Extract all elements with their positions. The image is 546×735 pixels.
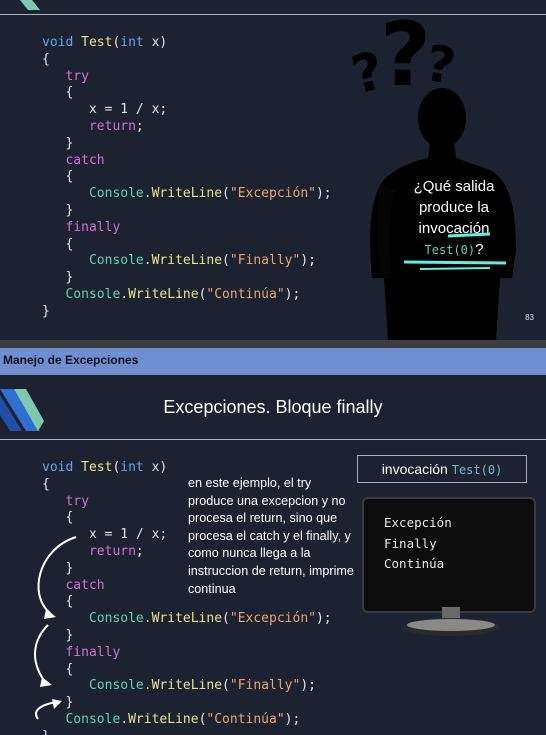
title-divider	[0, 439, 546, 440]
code-line: }	[42, 270, 74, 286]
code-block: void Test(int x){ try { x = 1 / x; retur…	[42, 35, 332, 321]
console-output-line: Continúa	[384, 556, 445, 571]
invocation-code: Test(0)	[451, 463, 503, 477]
slide-2: Excepciones. Bloque finally void Test(in…	[0, 375, 546, 735]
page-number: 83	[525, 313, 534, 322]
console-output-line: Finally	[384, 535, 437, 551]
code-line: }	[42, 135, 74, 151]
monitor-stand	[403, 607, 499, 636]
console-output: Excepción Finally Continúa	[384, 513, 452, 575]
code-line: {	[42, 85, 74, 101]
code-line: try	[42, 68, 89, 84]
svg-text:?: ?	[380, 10, 431, 106]
thinking-person-silhouette: ? ? ?	[346, 10, 516, 340]
monitor-icon: Excepción Finally Continúa	[362, 497, 536, 613]
code-line: Console.WriteLine("Finally");	[88, 253, 316, 269]
code-line: catch	[42, 152, 105, 168]
code-line: finally	[42, 219, 121, 235]
invocation-box: invocación Test(0)	[357, 455, 527, 483]
code-line: }	[42, 303, 50, 319]
code-line: return;	[42, 118, 144, 134]
slide-1: void Test(int x){ try { x = 1 / x; retur…	[0, 0, 546, 340]
code-line: {	[42, 169, 74, 185]
section-header-bar: Manejo de Excepciones	[0, 348, 546, 375]
code-line: {	[42, 51, 50, 67]
invocation-label: invocación	[381, 461, 448, 477]
highlight-strokes	[403, 232, 507, 270]
slide-title: Excepciones. Bloque finally	[163, 397, 383, 417]
corner-ribbon-logo	[20, 0, 40, 10]
code-line: }	[42, 202, 74, 218]
console-output-line: Excepción	[384, 515, 452, 530]
code-line: Console.WriteLine("Continúa");	[65, 286, 301, 302]
code-line: Console.WriteLine("Excepción");	[88, 186, 332, 202]
flow-arrow-icon	[34, 536, 77, 720]
slide-separator	[0, 340, 546, 348]
code-line: void Test(int x)	[42, 35, 168, 50]
code-line: {	[42, 236, 74, 252]
explanation-text: en este ejemplo, el try produce una exce…	[188, 476, 354, 596]
section-title: Manejo de Excepciones	[3, 353, 139, 367]
code-line: x = 1 / x;	[42, 102, 168, 118]
